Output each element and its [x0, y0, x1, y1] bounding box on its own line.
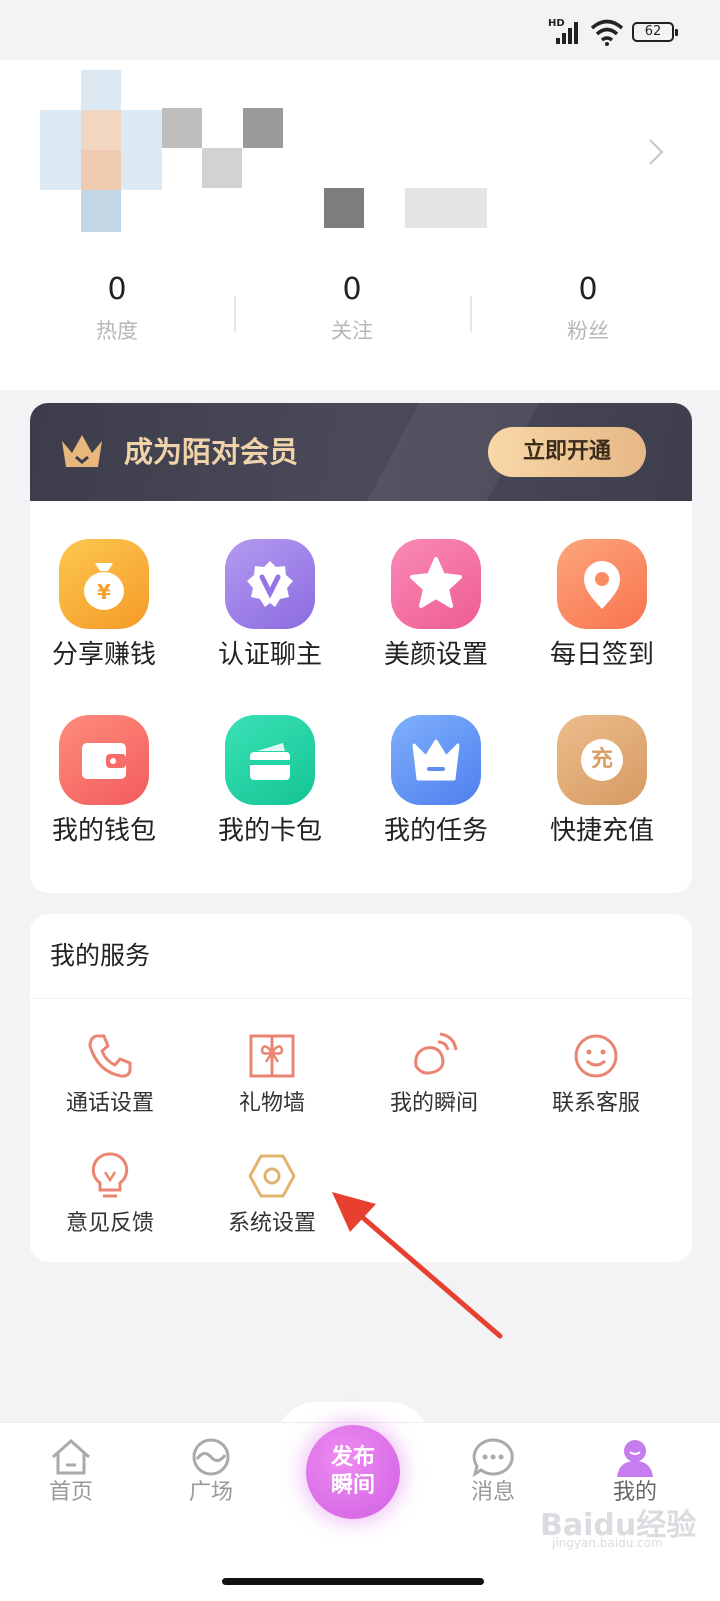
gift-icon [249, 1034, 295, 1078]
vip-banner[interactable]: 成为陌对会员 立即开通 [30, 403, 692, 501]
service-label: 通话设置 [65, 1091, 154, 1116]
star-icon [391, 539, 481, 629]
stat-fans[interactable]: 0 粉丝 [488, 270, 688, 348]
tab-plaza[interactable]: 广场 [156, 1437, 266, 1509]
crown-icon [62, 435, 102, 467]
service-label: 礼物墙 [238, 1091, 305, 1116]
stat-value: 0 [342, 272, 362, 307]
wifi-icon [590, 19, 624, 46]
profile-header[interactable]: 0 热度 0 关注 0 粉丝 [0, 60, 720, 390]
feature-wallet[interactable]: 我的钱包 [30, 715, 184, 851]
feature-label: 分享赚钱 [51, 640, 156, 670]
tab-home[interactable]: 首页 [16, 1437, 126, 1509]
battery-indicator: 62 [632, 22, 678, 42]
feature-quick-recharge[interactable]: 充 快捷充值 [522, 715, 682, 851]
publish-label-line1: 发布 [330, 1445, 375, 1470]
stat-value: 0 [107, 272, 127, 307]
feature-beauty[interactable]: 美颜设置 [356, 539, 516, 675]
open-vip-button[interactable]: 立即开通 [488, 427, 646, 477]
feature-daily-checkin[interactable]: 每日签到 [522, 539, 682, 675]
watermark-url: jingyan.baidu.com [552, 1536, 663, 1550]
recharge-icon: 充 [557, 715, 647, 805]
stat-divider [470, 296, 472, 332]
stat-label: 粉丝 [567, 319, 609, 343]
profile-icon [617, 1440, 653, 1477]
plaza-icon [192, 1438, 230, 1476]
service-label: 我的瞬间 [389, 1091, 478, 1116]
annotation-arrow [332, 1192, 503, 1339]
card-icon [225, 715, 315, 805]
wallet-icon [59, 715, 149, 805]
service-feedback[interactable]: 意见反馈 [30, 1150, 190, 1240]
home-icon [52, 1438, 90, 1475]
feature-label: 每日签到 [549, 640, 654, 670]
hex-settings-icon [248, 1154, 296, 1198]
services-title: 我的服务 [50, 941, 151, 970]
status-bar: HD 62 [0, 0, 720, 60]
tab-label: 首页 [48, 1480, 93, 1505]
service-label: 联系客服 [551, 1091, 640, 1116]
stat-value: 0 [578, 272, 598, 307]
crown-icon [391, 715, 481, 805]
feature-label: 认证聊主 [217, 640, 322, 670]
feature-label: 快捷充值 [549, 816, 654, 846]
feature-label: 美颜设置 [383, 640, 488, 670]
location-pin-icon [557, 539, 647, 629]
tab-profile[interactable]: 我的 [580, 1437, 690, 1509]
stat-divider [234, 296, 236, 332]
service-label: 意见反馈 [65, 1211, 154, 1236]
recharge-glyph: 充 [590, 747, 613, 772]
tab-label: 广场 [188, 1480, 233, 1505]
verified-badge-icon [225, 539, 315, 629]
feature-tasks[interactable]: 我的任务 [356, 715, 516, 851]
message-icon [472, 1438, 514, 1477]
moment-icon [414, 1032, 458, 1075]
feature-certify[interactable]: 认证聊主 [190, 539, 350, 675]
feature-label: 我的钱包 [51, 816, 156, 846]
tab-messages[interactable]: 消息 [438, 1437, 548, 1509]
feature-label: 我的任务 [383, 816, 488, 846]
signal-icon [556, 22, 578, 44]
stat-heat[interactable]: 0 热度 [17, 270, 217, 348]
service-customer-support[interactable]: 联系客服 [516, 1030, 676, 1120]
phone-icon [88, 1034, 132, 1078]
feature-grid: ¥ 分享赚钱 认证聊主 美颜设置 每日签到 我的钱包 我的卡包 我的任务 充 快… [30, 501, 692, 893]
chevron-right-icon[interactable] [648, 138, 664, 166]
money-bag-icon: ¥ [59, 539, 149, 629]
smiley-icon [574, 1034, 618, 1078]
tab-label: 消息 [470, 1480, 515, 1505]
service-call-settings[interactable]: 通话设置 [30, 1030, 190, 1120]
stat-following[interactable]: 0 关注 [252, 270, 452, 348]
publish-moment-button[interactable]: 发布 瞬间 [306, 1425, 400, 1519]
feature-label: 我的卡包 [217, 816, 322, 846]
feature-card-pack[interactable]: 我的卡包 [190, 715, 350, 851]
feature-share-earn[interactable]: ¥ 分享赚钱 [30, 539, 184, 675]
lightbulb-icon [91, 1152, 129, 1198]
stat-label: 关注 [331, 319, 373, 343]
stat-label: 热度 [96, 319, 138, 343]
vip-title: 成为陌对会员 [124, 435, 299, 469]
svg-text:¥: ¥ [97, 580, 111, 604]
publish-label-line2: 瞬间 [330, 1473, 375, 1498]
divider [30, 998, 692, 999]
avatar[interactable] [40, 70, 162, 232]
home-indicator[interactable] [222, 1578, 484, 1585]
service-my-moments[interactable]: 我的瞬间 [354, 1030, 514, 1120]
service-gift-wall[interactable]: 礼物墙 [192, 1030, 352, 1120]
